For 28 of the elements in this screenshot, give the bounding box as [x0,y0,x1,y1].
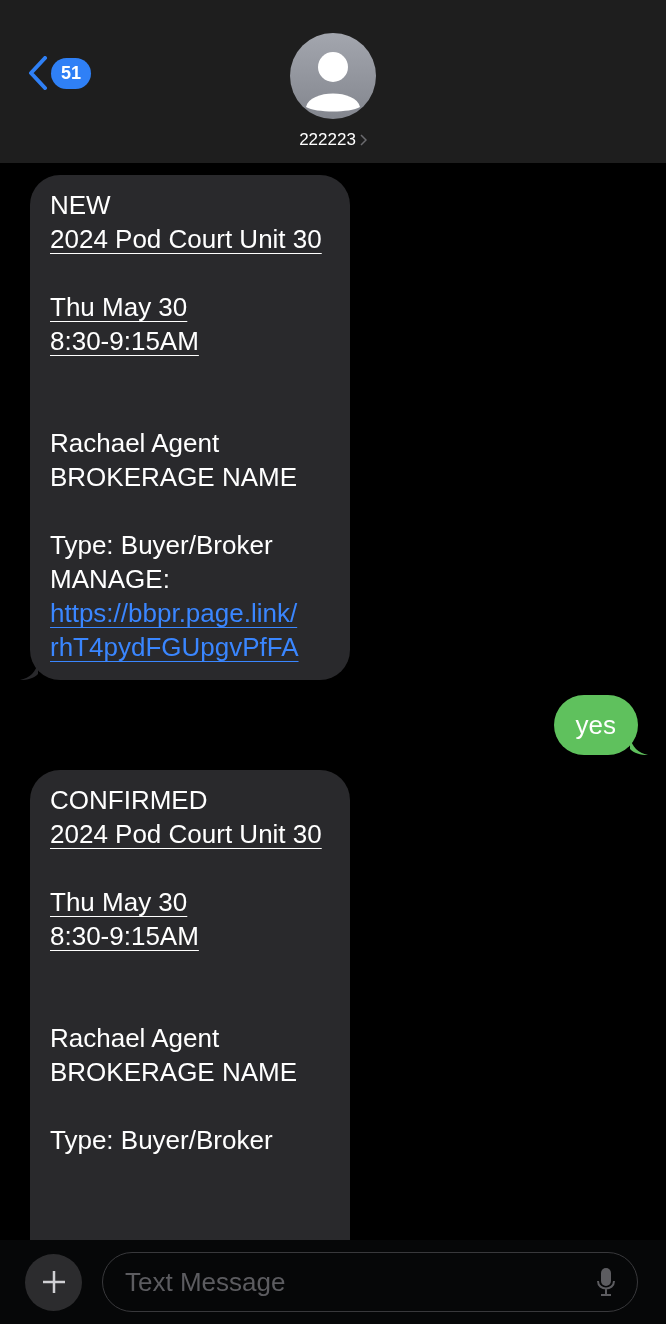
message-line: MANAGE: [50,563,170,596]
back-chevron-icon [28,56,48,90]
message-input-field[interactable]: Text Message [102,1252,638,1312]
add-button[interactable] [25,1253,82,1311]
contact-name[interactable]: 222223 [299,127,367,153]
message-line: Rachael Agent [50,427,220,460]
message-line[interactable]: 8:30-9:15AM [50,919,199,953]
plus-icon [41,1270,66,1294]
message-line: NEW [50,189,111,222]
message-line[interactable]: Thu May 30 [50,885,188,919]
message-line: Type: Buyer/Broker [50,1124,273,1157]
message-line: yes [575,709,616,742]
unread-badge: 51 [51,57,92,89]
message-line: CONFIRMED [50,784,208,817]
message-line: Type: Buyer/Broker [50,529,273,562]
microphone-icon[interactable] [596,1267,616,1297]
message-line[interactable]: 2024 Pod Court Unit 30 [50,817,322,851]
back-button[interactable]: 51 [28,56,92,90]
message-line[interactable]: 2024 Pod Court Unit 30 [50,222,322,256]
chevron-right-icon [359,133,367,146]
message-line: BROKERAGE NAME [50,1056,298,1089]
message-line[interactable]: 8:30-9:15AM [50,324,199,358]
message-line[interactable]: Thu May 30 [50,290,188,324]
avatar-icon[interactable] [290,33,376,119]
link[interactable]: rhT4pydFGUpgvPfFA [50,630,299,664]
link[interactable]: https://bbpr.page.link/ [50,596,298,630]
message-line: BROKERAGE NAME [50,461,298,494]
message-line: Rachael Agent [50,1022,220,1055]
